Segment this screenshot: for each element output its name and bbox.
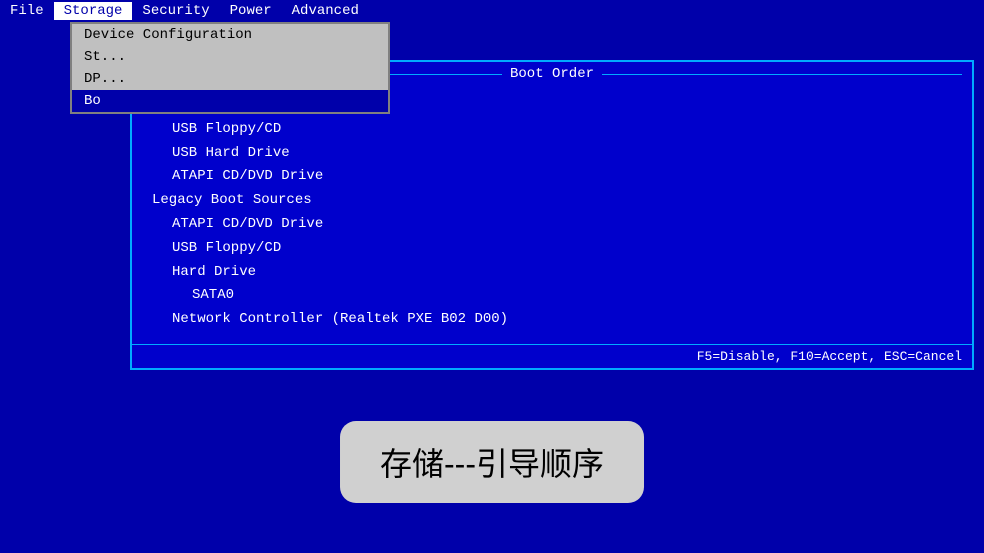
chinese-label: 存储---引导顺序 (340, 421, 644, 503)
dropdown-st[interactable]: St... (72, 46, 388, 68)
boot-item-network[interactable]: Network Controller (Realtek PXE B02 D00) (152, 308, 952, 332)
boot-item-usb-floppy-uefi[interactable]: USB Floppy/CD (152, 118, 952, 142)
boot-item-hard-drive[interactable]: Hard Drive (152, 261, 952, 285)
boot-item-atapi-legacy[interactable]: ATAPI CD/DVD Drive (152, 213, 952, 237)
boot-item-sata0[interactable]: SATA0 (152, 284, 952, 308)
dropdown-bo[interactable]: Bo (72, 90, 388, 112)
dropdown-dp[interactable]: DP... (72, 68, 388, 90)
menu-power[interactable]: Power (220, 2, 282, 20)
boot-item-usb-floppy-legacy[interactable]: USB Floppy/CD (152, 237, 952, 261)
boot-item-legacy-sources[interactable]: Legacy Boot Sources (152, 189, 952, 213)
menu-bar: File Storage Security Power Advanced (0, 0, 984, 22)
dropdown-device-config[interactable]: Device Configuration (72, 24, 388, 46)
boot-order-footer: F5=Disable, F10=Accept, ESC=Cancel (132, 344, 972, 368)
boot-item-atapi-uefi[interactable]: ATAPI CD/DVD Drive (152, 165, 952, 189)
menu-file[interactable]: File (0, 2, 54, 20)
boot-item-usb-hard-drive[interactable]: USB Hard Drive (152, 142, 952, 166)
storage-dropdown: Device Configuration St... DP... Bo (70, 22, 390, 114)
menu-storage[interactable]: Storage (54, 2, 133, 20)
menu-advanced[interactable]: Advanced (282, 2, 369, 20)
boot-order-content: ▶UEFI Boot Sources USB Floppy/CD USB Har… (132, 86, 972, 344)
menu-security[interactable]: Security (132, 2, 219, 20)
